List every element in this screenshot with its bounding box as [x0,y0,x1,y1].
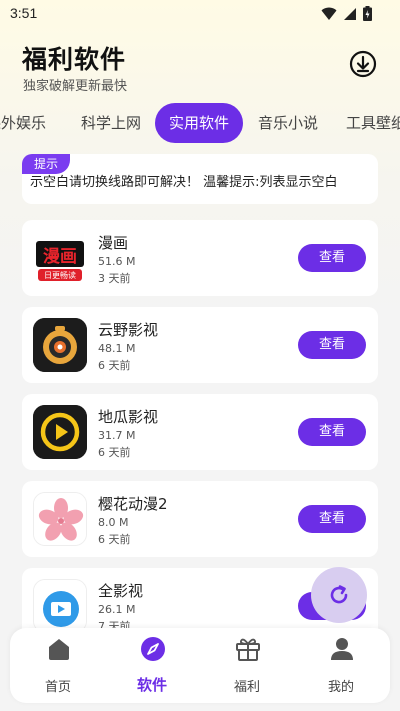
yunye-app-icon [33,318,87,372]
tab-vpn[interactable]: 科学上网 [81,103,141,143]
download-button[interactable] [348,49,378,79]
view-button[interactable]: 查看 [298,418,366,446]
page-subtitle: 独家破解更新最快 [23,79,128,94]
app-size: 31.7 M [98,429,136,442]
app-date: 6 天前 [98,533,131,546]
nav-welfare[interactable]: 福利 [212,628,282,703]
category-tabs: 课外娱乐 科学上网 实用软件 音乐小说 工具壁纸 [0,103,400,143]
app-name: 全影视 [98,582,144,600]
quan-app-icon [33,579,87,633]
manga-icon-tagline: 日更畅读 [44,271,76,280]
home-icon [49,639,69,660]
app-date: 6 天前 [98,446,131,459]
app-name: 地瓜影视 [98,408,159,426]
app-card[interactable]: 云野影视 48.1 M 6 天前 查看 [22,307,378,383]
user-icon [331,638,353,660]
tab-entertainment[interactable]: 课外娱乐 [0,103,46,143]
notice-text: 示空白请切换线路即可解决！ 温馨提示:列表显示空白 [30,175,338,190]
signal-icon [344,7,356,20]
view-button[interactable]: 查看 [298,331,366,359]
app-card[interactable]: 樱花动漫2 8.0 M 6 天前 查看 [22,481,378,557]
app-card[interactable]: 地瓜影视 31.7 M 6 天前 查看 [22,394,378,470]
bottom-nav: 首页 软件 福利 我的 [10,628,390,703]
app-size: 51.6 M [98,255,136,268]
page-title: 福利软件 [22,45,127,74]
status-bar: 3:51 [0,0,400,28]
battery-icon [363,6,372,21]
app-name: 樱花动漫2 [98,495,168,513]
app-size: 26.1 M [98,603,136,616]
tab-music-novels[interactable]: 音乐小说 [258,103,318,143]
app-size: 8.0 M [98,516,129,529]
view-button[interactable]: 查看 [298,244,366,272]
status-time: 3:51 [10,5,38,21]
nav-profile-label: 我的 [327,680,354,695]
app-card[interactable]: 漫画 日更畅读 漫画 51.6 M 3 天前 查看 [22,220,378,296]
nav-welfare-label: 福利 [233,680,260,695]
notice-badge: 提示 [22,154,71,174]
app-name: 云野影视 [98,321,159,339]
refresh-icon [330,585,348,604]
tab-utilities[interactable]: 实用软件 [155,103,244,143]
sakura-app-icon [33,492,87,546]
compass-icon [141,637,165,661]
nav-profile[interactable]: 我的 [306,628,376,703]
nav-home[interactable]: 首页 [23,628,93,703]
nav-software[interactable]: 软件 [117,628,187,703]
nav-software-label: 软件 [136,676,167,694]
status-icons [321,6,372,21]
download-icon [349,50,377,78]
gift-icon [236,638,260,661]
app-name: 漫画 [98,234,129,252]
notice-banner: 示空白请切换线路即可解决！ 温馨提示:列表显示空白 提示 [22,154,378,204]
manga-icon-title: 漫画 [43,247,77,267]
nav-home-label: 首页 [44,680,71,695]
app-date: 3 天前 [98,272,131,285]
app-size: 48.1 M [98,342,136,355]
view-button[interactable]: 查看 [298,505,366,533]
digua-app-icon [33,405,87,459]
wifi-icon [321,7,337,20]
refresh-button[interactable] [311,567,367,623]
tab-tools-wallpaper[interactable]: 工具壁纸 [346,103,400,143]
manga-app-icon: 漫画 日更畅读 [33,231,87,285]
app-date: 6 天前 [98,359,131,372]
